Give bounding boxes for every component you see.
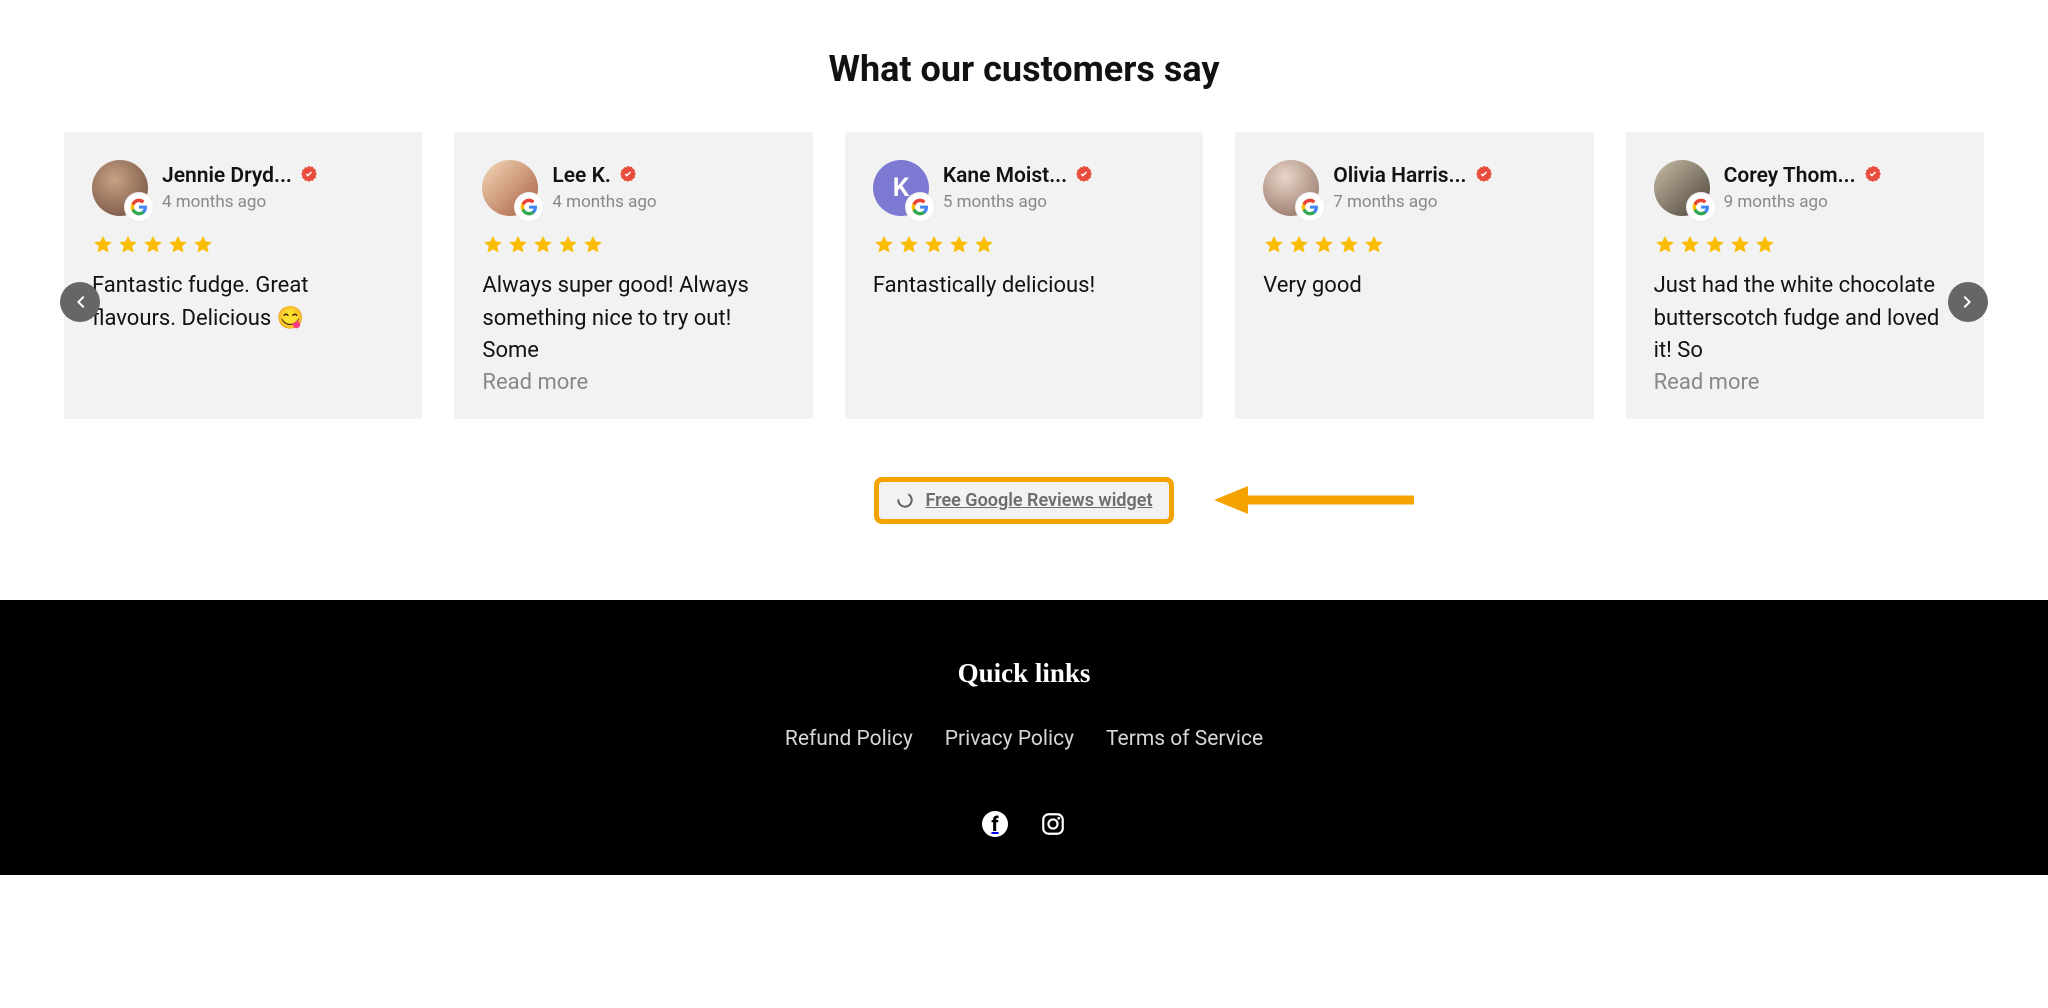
footer: Quick links Refund Policy Privacy Policy T… [0,600,2048,875]
avatar [482,160,538,216]
star-icon [923,234,945,256]
review-text: Just had the white chocolate butterscotc… [1654,270,1956,368]
star-icon [1288,234,1310,256]
star-icon [167,234,189,256]
star-icon [192,234,214,256]
verified-badge-icon [300,165,318,187]
star-icon [117,234,139,256]
review-text: Fantastic fudge. Great flavours. Delicio… [92,270,394,335]
review-header: Olivia Harris... 7 months ago [1263,160,1565,216]
review-time: 4 months ago [162,192,318,212]
star-icon [507,234,529,256]
verified-badge-icon [1475,165,1493,187]
star-rating [1263,234,1565,256]
star-rating [1654,234,1956,256]
review-text: Fantastically delicious! [873,270,1175,303]
spinner-icon [895,490,915,510]
chevron-right-icon [1956,290,1980,314]
facebook-link[interactable]: f [982,811,1008,841]
footer-links: Refund Policy Privacy Policy Terms of Serv… [0,727,2048,751]
verified-badge-icon [1864,165,1882,187]
review-card: Olivia Harris... 7 months ago Very good [1235,132,1593,419]
reviews-carousel: Jennie Dryd... 4 months ago Fantastic fudg… [64,132,1984,419]
star-icon [1654,234,1676,256]
star-icon [482,234,504,256]
star-rating [482,234,784,256]
review-header: Jennie Dryd... 4 months ago [92,160,394,216]
star-rating [873,234,1175,256]
avatar: K [873,160,929,216]
reviewer-name: Lee K. [552,164,610,188]
star-icon [1313,234,1335,256]
star-icon [898,234,920,256]
star-icon [1338,234,1360,256]
footer-link[interactable]: Terms of Service [1106,727,1263,751]
star-icon [948,234,970,256]
star-icon [1263,234,1285,256]
google-icon [514,192,544,222]
star-icon [1363,234,1385,256]
social-row: f [0,811,2048,841]
star-icon [92,234,114,256]
star-icon [873,234,895,256]
widget-callout-row: Free Google Reviews widget [0,477,2048,524]
review-text: Always super good! Always something nice… [482,270,784,368]
avatar [1263,160,1319,216]
reviewer-name: Kane Moist... [943,164,1067,188]
star-icon [532,234,554,256]
footer-link[interactable]: Refund Policy [785,727,913,751]
carousel-prev-button[interactable] [60,282,100,322]
google-icon [905,192,935,222]
chevron-left-icon [68,290,92,314]
review-time: 5 months ago [943,192,1093,212]
star-rating [92,234,394,256]
carousel-next-button[interactable] [1948,282,1988,322]
star-icon [1729,234,1751,256]
arrow-annotation-icon [1214,480,1414,520]
footer-heading: Quick links [0,658,2048,689]
review-header: Corey Thom... 9 months ago [1654,160,1956,216]
footer-link[interactable]: Privacy Policy [945,727,1074,751]
facebook-icon: f [982,811,1008,837]
verified-badge-icon [619,165,637,187]
instagram-link[interactable] [1040,811,1066,841]
review-time: 9 months ago [1724,192,1882,212]
reviewer-name: Corey Thom... [1724,164,1856,188]
review-time: 4 months ago [552,192,656,212]
review-card: Corey Thom... 9 months ago Just had the wh… [1626,132,1984,419]
instagram-icon [1040,811,1066,837]
google-icon [1295,192,1325,222]
star-icon [973,234,995,256]
review-header: Lee K. 4 months ago [482,160,784,216]
review-card: Lee K. 4 months ago Always super good! Alw… [454,132,812,419]
read-more-link[interactable]: Read more [482,370,784,395]
star-icon [1679,234,1701,256]
review-card: Jennie Dryd... 4 months ago Fantastic fudg… [64,132,422,419]
star-icon [1754,234,1776,256]
star-icon [1704,234,1726,256]
free-widget-link[interactable]: Free Google Reviews widget [874,477,1173,524]
read-more-link[interactable]: Read more [1654,370,1956,395]
google-icon [124,192,154,222]
verified-badge-icon [1075,165,1093,187]
review-header: K Kane Moist... 5 months ago [873,160,1175,216]
avatar [92,160,148,216]
star-icon [557,234,579,256]
widget-link-label: Free Google Reviews widget [925,490,1152,511]
avatar [1654,160,1710,216]
google-icon [1686,192,1716,222]
star-icon [582,234,604,256]
review-text: Very good [1263,270,1565,303]
review-card: K Kane Moist... 5 months ago Fantastically … [845,132,1203,419]
section-heading: What our customers say [0,48,2048,90]
reviewer-name: Olivia Harris... [1333,164,1466,188]
review-time: 7 months ago [1333,192,1492,212]
reviewer-name: Jennie Dryd... [162,164,292,188]
star-icon [142,234,164,256]
